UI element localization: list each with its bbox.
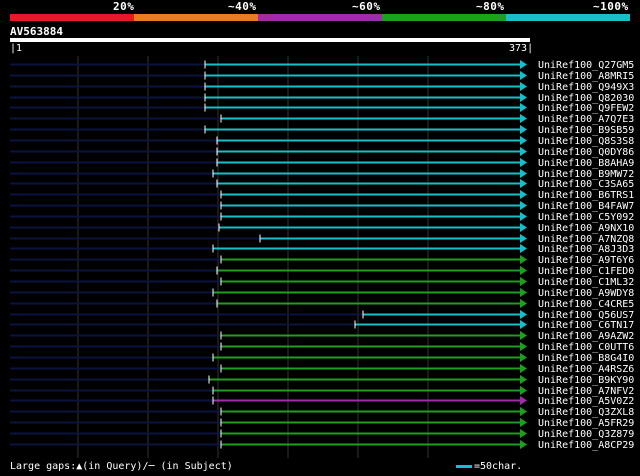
hit-label: UniRef100_C5Y092 [538, 212, 634, 223]
hit-label: UniRef100_A9T6Y6 [538, 255, 634, 266]
hit-label: UniRef100_A8MRI5 [538, 71, 634, 82]
hit-arrow-head [520, 71, 527, 80]
hit-arrow-head [520, 136, 527, 145]
hit-arrow-head [520, 277, 527, 286]
hit-arrow-head [520, 386, 527, 395]
hit-label: UniRef100_A9WDY8 [538, 288, 634, 299]
hit-arrow-head [520, 190, 527, 199]
hit-label: UniRef100_B8AHA9 [538, 158, 634, 169]
hit-arrow-head [520, 407, 527, 416]
hit-arrow-head [520, 201, 527, 210]
hit-label: UniRef100_C1FED0 [538, 266, 634, 277]
hit-label: UniRef100_B6TRS1 [538, 190, 634, 201]
hit-arrow-head [520, 299, 527, 308]
hit-label: UniRef100_C4CRE5 [538, 299, 634, 310]
hit-label: UniRef100_C1ML32 [538, 277, 634, 288]
hit-arrow-head [520, 223, 527, 232]
hit-arrow-head [520, 114, 527, 123]
hit-arrow-head [520, 147, 527, 156]
hit-arrow-head [520, 288, 527, 297]
hit-arrow-head [520, 375, 527, 384]
alignment-plot: UniRef100_Q27GM5UniRef100_A8MRI5UniRef10… [10, 56, 634, 458]
hit-label: UniRef100_Q0DY86 [538, 147, 634, 158]
hit-label: UniRef100_B9KY90 [538, 375, 634, 386]
hit-arrow-head [520, 103, 527, 112]
hit-label: UniRef100_A7Q7E3 [538, 114, 634, 125]
hit-label: UniRef100_B4FAW7 [538, 201, 634, 212]
hit-label: UniRef100_Q949X3 [538, 82, 634, 93]
hit-label: UniRef100_A5V0Z2 [538, 396, 634, 407]
hit-arrow-head [520, 93, 527, 102]
hit-arrow-head [520, 125, 527, 134]
hit-label: UniRef100_A5FR29 [538, 418, 634, 429]
scale-legend: =50char. [456, 461, 522, 472]
hit-label: UniRef100_A8CP29 [538, 440, 634, 451]
hit-arrow-head [520, 310, 527, 319]
hit-label: UniRef100_B9SB59 [538, 125, 634, 136]
hit-arrow-head [520, 212, 527, 221]
hit-arrow-head [520, 82, 527, 91]
hit-arrow-head [520, 418, 527, 427]
hit-arrow-head [520, 440, 527, 449]
hit-label: UniRef100_B8G4I0 [538, 353, 634, 364]
hit-arrow-head [520, 244, 527, 253]
hit-label: UniRef100_Q3Z879 [538, 429, 634, 440]
hit-arrow-head [520, 255, 527, 264]
hit-arrow-head [520, 364, 527, 373]
hit-arrow-head [520, 234, 527, 243]
hit-arrow-head [520, 158, 527, 167]
hit-arrow-head [520, 342, 527, 351]
hit-label: UniRef100_A9NX10 [538, 223, 634, 234]
hit-arrow-head [520, 60, 527, 69]
hit-arrow-head [520, 320, 527, 329]
hit-arrow-head [520, 353, 527, 362]
hit-arrow-head [520, 429, 527, 438]
hit-arrow-head [520, 331, 527, 340]
hit-label: UniRef100_C3SA65 [538, 179, 634, 190]
hit-label: UniRef100_C0UTT6 [538, 342, 634, 353]
hit-arrow-head [520, 169, 527, 178]
hit-label: UniRef100_C6TN17 [538, 320, 634, 331]
hit-label: UniRef100_Q9FEW2 [538, 103, 634, 114]
hit-arrow-head [520, 266, 527, 275]
scale-bar-swatch [456, 464, 472, 468]
hit-arrow-head [520, 179, 527, 188]
hit-label: UniRef100_A4RSZ6 [538, 364, 634, 375]
hit-label: UniRef100_A9AZW2 [538, 331, 634, 342]
hit-label: UniRef100_A8J3D3 [538, 244, 634, 255]
hit-label: UniRef100_Q8S3S8 [538, 136, 634, 147]
hit-arrow-head [520, 396, 527, 405]
hit-label: UniRef100_Q3ZXL8 [538, 407, 634, 418]
scale-legend-text: =50char. [474, 461, 523, 472]
large-gaps-legend: Large gaps:▲(in Query)/─ (in Subject) [10, 461, 233, 472]
hit-label: UniRef100_Q27GM5 [538, 60, 634, 71]
